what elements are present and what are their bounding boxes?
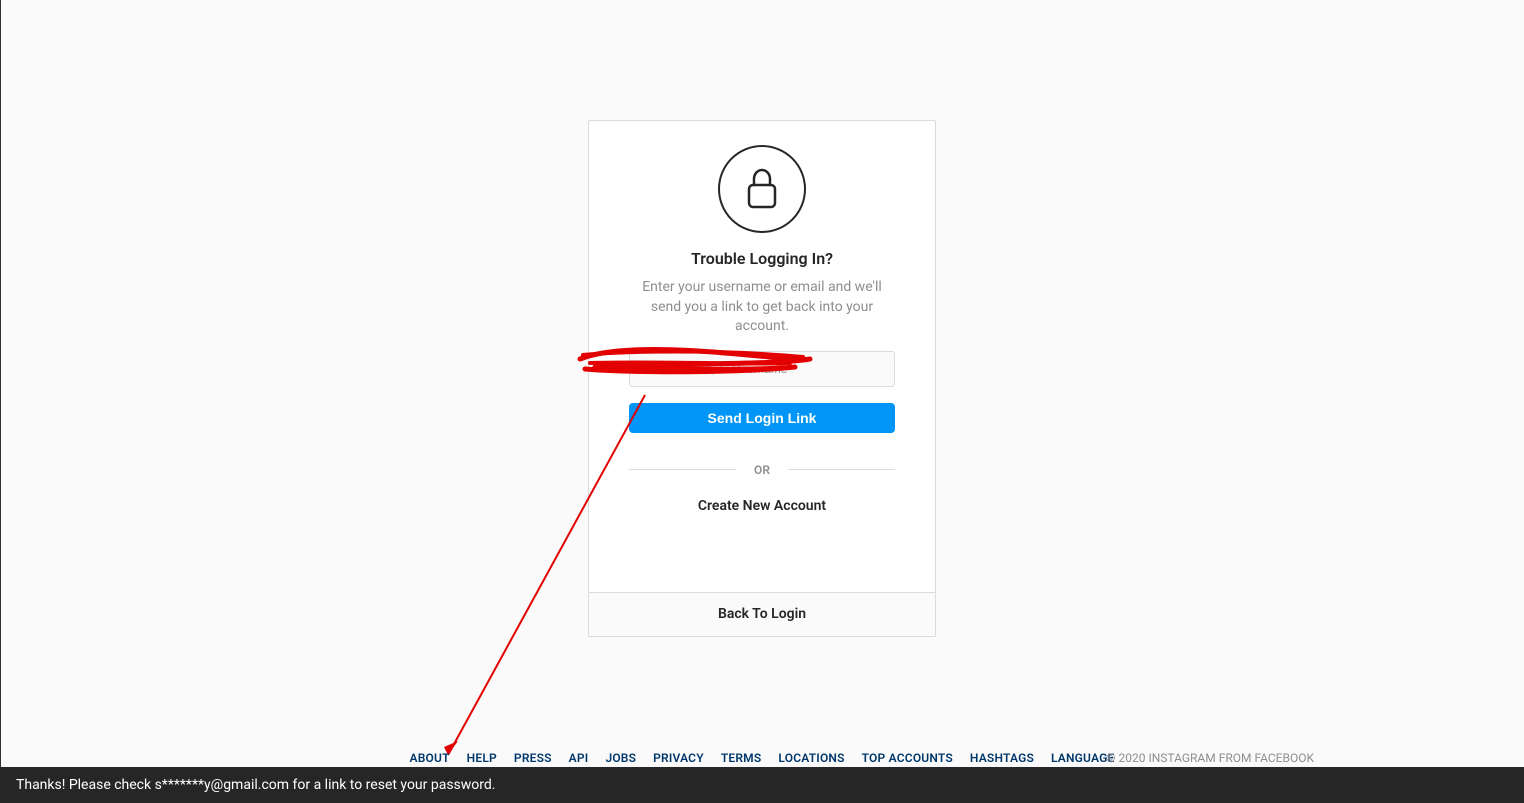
- footer-link-hashtags[interactable]: HASHTAGS: [970, 751, 1034, 765]
- input-wrap: [629, 351, 895, 387]
- left-border: [0, 0, 1, 767]
- footer: ABOUT HELP PRESS API JOBS PRIVACY TERMS …: [0, 751, 1524, 765]
- card-body: Trouble Logging In? Enter your username …: [589, 121, 935, 592]
- main-container: Trouble Logging In? Enter your username …: [0, 0, 1524, 637]
- footer-links: ABOUT HELP PRESS API JOBS PRIVACY TERMS …: [410, 751, 1115, 765]
- footer-link-terms[interactable]: TERMS: [721, 751, 762, 765]
- send-login-link-button[interactable]: Send Login Link: [629, 403, 895, 433]
- lock-icon: [718, 145, 806, 233]
- email-username-input[interactable]: [629, 351, 895, 387]
- or-text: OR: [754, 463, 770, 477]
- footer-link-help[interactable]: HELP: [467, 751, 497, 765]
- footer-link-api[interactable]: API: [569, 751, 589, 765]
- footer-link-press[interactable]: PRESS: [514, 751, 552, 765]
- footer-link-language[interactable]: LANGUAGE: [1051, 751, 1115, 765]
- card-description: Enter your username or email and we'll s…: [629, 278, 895, 337]
- copyright-text: © 2020 INSTAGRAM FROM FACEBOOK: [1106, 751, 1314, 765]
- reset-card: Trouble Logging In? Enter your username …: [588, 120, 936, 637]
- footer-link-locations[interactable]: LOCATIONS: [778, 751, 844, 765]
- back-to-login-link[interactable]: Back To Login: [718, 606, 806, 622]
- or-separator: OR: [629, 463, 895, 477]
- toast-notification: Thanks! Please check s*******y@gmail.com…: [0, 767, 1524, 803]
- footer-link-top-accounts[interactable]: TOP ACCOUNTS: [862, 751, 953, 765]
- footer-link-about[interactable]: ABOUT: [410, 751, 450, 765]
- card-title: Trouble Logging In?: [629, 249, 895, 268]
- toast-text: Thanks! Please check s*******y@gmail.com…: [16, 777, 496, 793]
- create-new-account-link[interactable]: Create New Account: [698, 498, 826, 514]
- or-line-left: [629, 469, 736, 470]
- or-line-right: [788, 469, 895, 470]
- footer-link-jobs[interactable]: JOBS: [605, 751, 636, 765]
- footer-link-privacy[interactable]: PRIVACY: [653, 751, 704, 765]
- back-row: Back To Login: [589, 592, 935, 636]
